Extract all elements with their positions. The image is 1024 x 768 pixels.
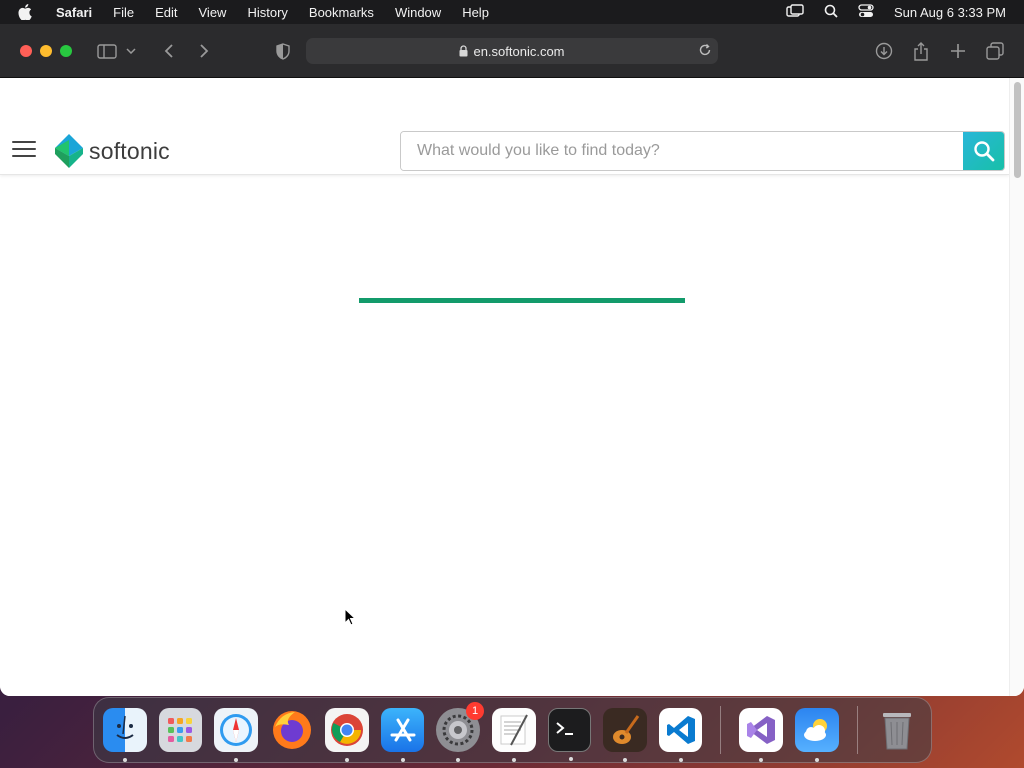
garageband-icon[interactable] [603, 708, 647, 762]
softonic-logo-icon [55, 134, 83, 168]
mouse-pointer-icon [344, 607, 357, 631]
menu-bar: Safari File Edit View History Bookmarks … [0, 0, 1024, 24]
downloads-icon[interactable] [873, 40, 895, 62]
address-bar[interactable]: en.softonic.com [306, 38, 718, 64]
launchpad-icon[interactable] [158, 708, 203, 752]
url-text: en.softonic.com [473, 43, 565, 59]
search-button[interactable] [963, 132, 1004, 170]
tab-group-chevron-down-icon[interactable] [124, 40, 138, 62]
logo-text: softonic [89, 137, 170, 164]
weather-icon[interactable] [794, 708, 839, 762]
search-icon [973, 141, 994, 162]
reload-icon[interactable] [698, 43, 712, 57]
sidebar-toggle-icon[interactable] [96, 40, 118, 62]
firefox-icon[interactable] [270, 708, 314, 752]
dock-separator [856, 706, 858, 754]
menu-view[interactable]: View [199, 5, 227, 20]
menu-file[interactable]: File [113, 5, 134, 20]
web-page: softonic [0, 78, 1024, 696]
browser-toolbar: en.softonic.com [0, 24, 1024, 78]
loading-progress-fill [359, 298, 685, 303]
browser-window: en.softonic.com softonic What would you … [0, 24, 1024, 696]
menu-bookmarks[interactable]: Bookmarks [309, 5, 374, 20]
menu-app-name[interactable]: Safari [56, 5, 92, 20]
page-scrollbar[interactable] [1009, 78, 1024, 696]
dock-separator [720, 706, 722, 754]
dock: 1 [93, 697, 932, 763]
menu-edit[interactable]: Edit [155, 5, 177, 20]
notification-badge: 1 [466, 702, 485, 720]
softonic-logo[interactable]: softonic [55, 134, 170, 168]
vscode-icon[interactable] [658, 708, 703, 762]
chrome-icon[interactable] [325, 708, 369, 762]
trash-icon[interactable] [876, 708, 920, 752]
minimize-window-button[interactable] [40, 45, 52, 57]
screen-mirroring-icon[interactable] [786, 3, 804, 21]
hamburger-menu-icon[interactable] [12, 141, 36, 159]
new-tab-plus-icon[interactable] [947, 40, 969, 62]
tab-overview-icon[interactable] [984, 40, 1006, 62]
terminal-icon[interactable] [547, 708, 592, 761]
control-center-icon[interactable] [858, 3, 874, 21]
search-bar [400, 131, 1005, 171]
safari-app-icon[interactable] [214, 708, 258, 762]
visual-studio-icon[interactable] [739, 708, 783, 762]
site-header: softonic [0, 78, 1009, 175]
lock-icon [459, 45, 468, 57]
loading-progress-bar [359, 298, 685, 303]
search-input[interactable] [401, 132, 963, 170]
share-icon[interactable] [910, 40, 932, 62]
menu-help[interactable]: Help [462, 5, 489, 20]
menu-clock[interactable]: Sun Aug 6 3:33 PM [894, 5, 1006, 20]
menu-history[interactable]: History [247, 5, 287, 20]
privacy-shield-icon[interactable] [272, 40, 294, 62]
apple-menu-icon[interactable] [18, 4, 38, 20]
zoom-window-button[interactable] [60, 45, 72, 57]
textedit-icon[interactable] [492, 708, 536, 762]
close-window-button[interactable] [20, 45, 32, 57]
app-store-icon[interactable] [380, 708, 425, 762]
finder-icon[interactable] [103, 708, 147, 762]
menu-window[interactable]: Window [395, 5, 441, 20]
forward-button-icon[interactable] [193, 40, 215, 62]
back-button-icon[interactable] [158, 40, 180, 62]
system-settings-icon[interactable]: 1 [436, 702, 485, 762]
scrollbar-thumb[interactable] [1014, 82, 1021, 178]
spotlight-search-icon[interactable] [824, 4, 838, 21]
